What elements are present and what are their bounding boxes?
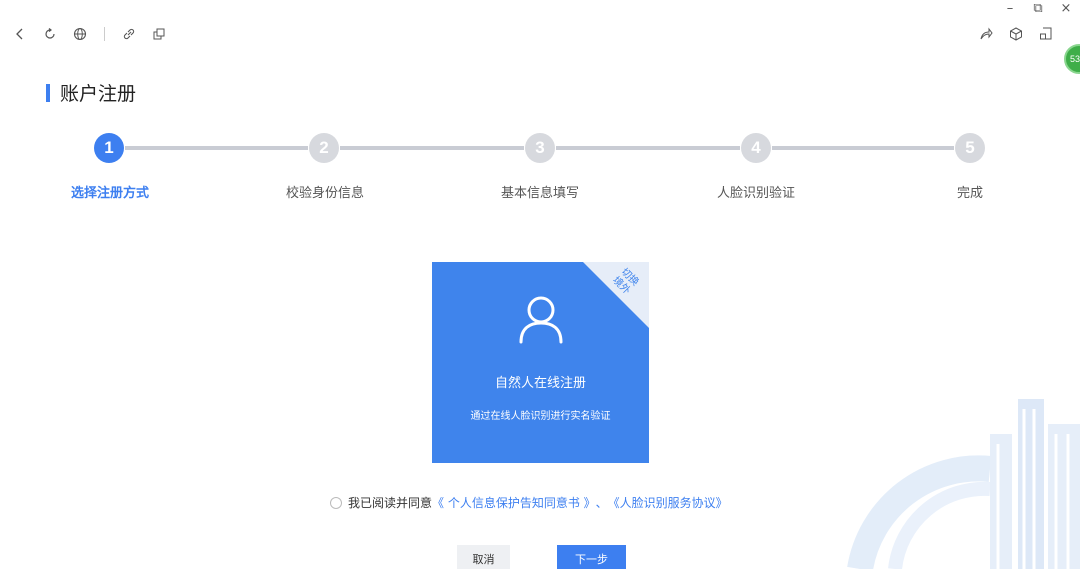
- step-connector: [556, 146, 740, 150]
- share-icon[interactable]: [978, 26, 994, 42]
- background-building-decoration: [847, 399, 1080, 569]
- card-title: 自然人在线注册: [494, 376, 586, 391]
- step-1-circle: 1: [94, 133, 124, 163]
- step-5-circle: 5: [955, 133, 985, 163]
- link-icon[interactable]: [121, 26, 137, 42]
- step-3-label: 基本信息填写: [500, 186, 579, 201]
- title-accent-bar: [46, 83, 50, 102]
- browser-toolbar-left: [12, 26, 167, 42]
- window-controls: – ⧉ ×: [1004, 2, 1072, 16]
- step-4-label: 人脸识别验证: [716, 186, 795, 201]
- step-2-circle: 2: [309, 133, 339, 163]
- step-connector: [125, 146, 308, 150]
- person-icon: [519, 296, 563, 344]
- privacy-notice-link[interactable]: 《 个人信息保护告知同意书 》: [432, 494, 596, 511]
- refresh-icon[interactable]: [42, 26, 58, 42]
- back-icon[interactable]: [12, 26, 28, 42]
- card-description: 通过在线人脸识别进行实名验证: [470, 411, 611, 422]
- browser-toolbar-right: [978, 26, 1054, 42]
- agree-prefix: 我已阅读并同意: [348, 496, 433, 510]
- agreement-separator: 、: [595, 496, 608, 510]
- step-1-label: 选择注册方式: [70, 186, 149, 201]
- step-5-label: 完成: [956, 186, 983, 201]
- minimize-button[interactable]: –: [1004, 2, 1016, 16]
- step-3-circle: 3: [525, 133, 555, 163]
- agree-radio[interactable]: [330, 496, 342, 509]
- screenshot-icon[interactable]: [1038, 26, 1054, 42]
- notification-badge[interactable]: 53: [1064, 44, 1080, 74]
- restore-button[interactable]: ⧉: [1032, 2, 1044, 16]
- cube-icon[interactable]: [1008, 26, 1024, 42]
- step-4-circle: 4: [741, 133, 771, 163]
- face-recognition-agreement-link[interactable]: 《人脸识别服务协议》: [608, 494, 728, 511]
- step-2-label: 校验身份信息: [285, 186, 364, 201]
- copy-link-icon[interactable]: [151, 26, 167, 42]
- page-title: 账户注册: [46, 79, 136, 106]
- toolbar-divider: [104, 27, 105, 41]
- online-registration-card[interactable]: 切换 境外 自然人在线注册 通过在线人脸识别进行实名验证: [432, 262, 649, 463]
- registration-steps: 1 2 3 4 5 选择注册方式 校验身份信息 基本信息填写 人脸识别验证 完成: [0, 131, 1080, 201]
- step-connector: [772, 146, 954, 150]
- cancel-button[interactable]: 取消: [457, 545, 510, 569]
- close-button[interactable]: ×: [1060, 2, 1072, 16]
- globe-icon[interactable]: [72, 26, 88, 42]
- step-connector: [340, 146, 524, 150]
- next-step-button[interactable]: 下一步: [557, 545, 626, 569]
- page-title-text: 账户注册: [60, 83, 137, 105]
- agreement-row: 我已阅读并同意 《 个人信息保护告知同意书 》 、 《人脸识别服务协议》: [330, 494, 728, 511]
